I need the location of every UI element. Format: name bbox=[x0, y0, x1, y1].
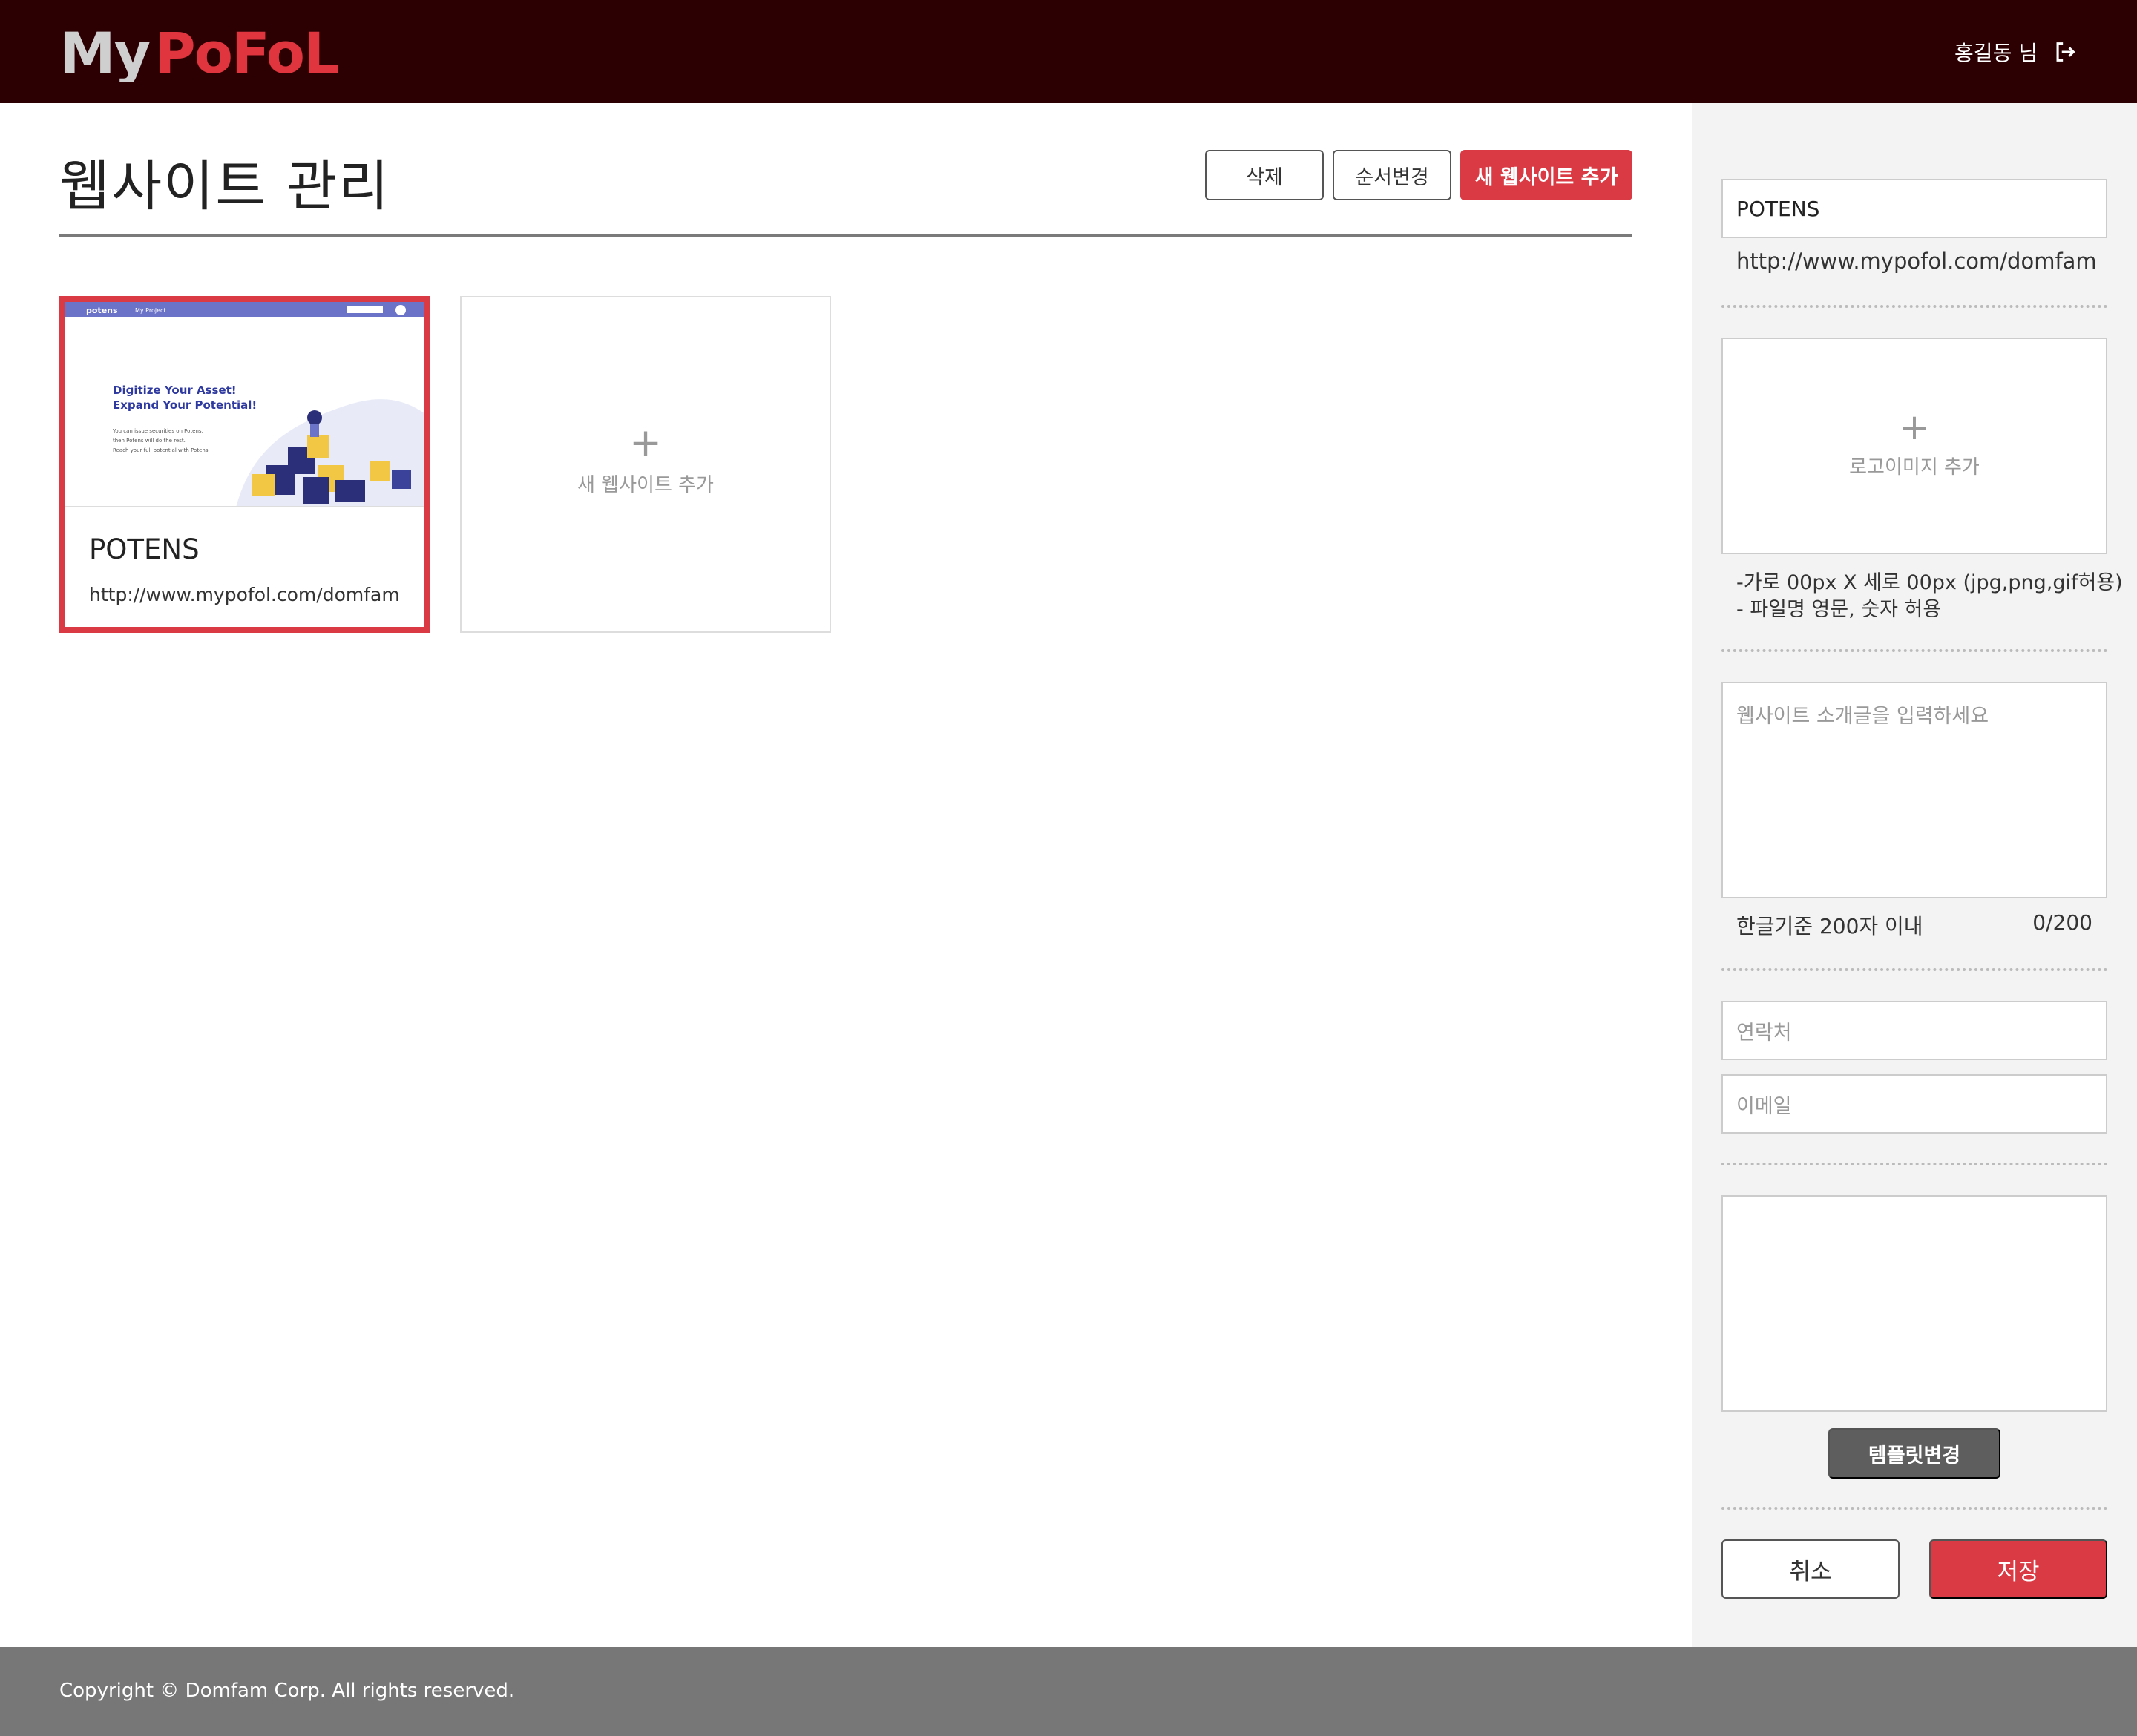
logo-filename-hint: - 파일명 영문, 숫자 허용 bbox=[1736, 598, 1942, 621]
plus-icon: + bbox=[1899, 407, 1930, 448]
thumb-body-3: Reach your full potential with Potens. bbox=[113, 447, 210, 453]
thumb-nav-item: My Project bbox=[135, 307, 166, 314]
add-website-button[interactable]: 새 웹사이트 추가 bbox=[1460, 150, 1632, 200]
dotted-divider bbox=[1721, 968, 2107, 971]
footer: Copyright © Domfam Corp. All rights rese… bbox=[0, 1647, 2137, 1736]
user-menu: 홍길동 님 bbox=[1954, 37, 2078, 67]
plus-icon: + bbox=[629, 421, 662, 465]
dotted-divider bbox=[1721, 1163, 2107, 1165]
svg-text:My: My bbox=[59, 22, 151, 82]
reorder-button[interactable]: 순서변경 bbox=[1333, 150, 1451, 200]
delete-button[interactable]: 삭제 bbox=[1205, 150, 1324, 200]
logo-upload-box[interactable]: + 로고이미지 추가 bbox=[1721, 338, 2107, 554]
cancel-button[interactable]: 취소 bbox=[1721, 1539, 1900, 1599]
dotted-divider bbox=[1721, 1507, 2107, 1510]
main-content: 웹사이트 관리 삭제 순서변경 새 웹사이트 추가 potens My Proj… bbox=[0, 103, 1692, 1647]
logo-size-hint: -가로 00px X 세로 00px (jpg,png,gif허용) bbox=[1736, 571, 2123, 594]
website-url-text: http://www.mypofol.com/domfam bbox=[1736, 249, 2097, 274]
logo-upload-label: 로고이미지 추가 bbox=[1849, 456, 1980, 479]
template-preview-box bbox=[1721, 1195, 2107, 1412]
copyright-text: Copyright © Domfam Corp. All rights rese… bbox=[59, 1680, 515, 1702]
thumb-body-2: then Potens will do the rest. bbox=[113, 438, 186, 444]
change-template-button[interactable]: 템플릿변경 bbox=[1828, 1428, 2000, 1479]
website-thumbnail: potens My Project Digitize Your Asset! E… bbox=[65, 302, 424, 507]
email-input[interactable]: 이메일 bbox=[1721, 1074, 2107, 1134]
user-name: 홍길동 님 bbox=[1954, 41, 2038, 65]
website-name: POTENS bbox=[89, 533, 200, 565]
dotted-divider bbox=[1721, 649, 2107, 652]
thumb-brand: potens bbox=[86, 306, 118, 315]
thumb-body-1: You can issue securities on Potens, bbox=[112, 428, 203, 434]
logout-icon[interactable] bbox=[2052, 39, 2078, 65]
thumb-headline-2: Expand Your Potential! bbox=[113, 398, 257, 412]
contact-input[interactable]: 연락처 bbox=[1721, 1001, 2107, 1060]
website-url[interactable]: http://www.mypofol.com/domfam bbox=[89, 584, 400, 605]
page-title: 웹사이트 관리 bbox=[59, 154, 391, 218]
add-website-label: 새 웹사이트 추가 bbox=[577, 474, 714, 496]
mypofol-logo[interactable]: My PoFoL bbox=[59, 22, 356, 82]
char-limit-label: 한글기준 200자 이내 bbox=[1736, 914, 1923, 938]
website-card[interactable]: potens My Project Digitize Your Asset! E… bbox=[59, 296, 430, 633]
top-header: My PoFoL 홍길동 님 bbox=[0, 0, 2137, 103]
add-website-card[interactable]: + 새 웹사이트 추가 bbox=[460, 296, 831, 633]
website-name-field[interactable]: POTENS bbox=[1721, 179, 2107, 238]
svg-text:PoFoL: PoFoL bbox=[154, 22, 338, 82]
dotted-divider bbox=[1721, 305, 2107, 308]
char-counter: 0/200 bbox=[2032, 910, 2092, 935]
save-button[interactable]: 저장 bbox=[1929, 1539, 2107, 1599]
title-divider bbox=[59, 234, 1632, 237]
website-edit-panel: POTENS http://www.mypofol.com/domfam + 로… bbox=[1692, 103, 2137, 1647]
intro-textarea[interactable]: 웹사이트 소개글을 입력하세요 bbox=[1721, 682, 2107, 898]
thumb-headline-1: Digitize Your Asset! bbox=[113, 384, 237, 397]
